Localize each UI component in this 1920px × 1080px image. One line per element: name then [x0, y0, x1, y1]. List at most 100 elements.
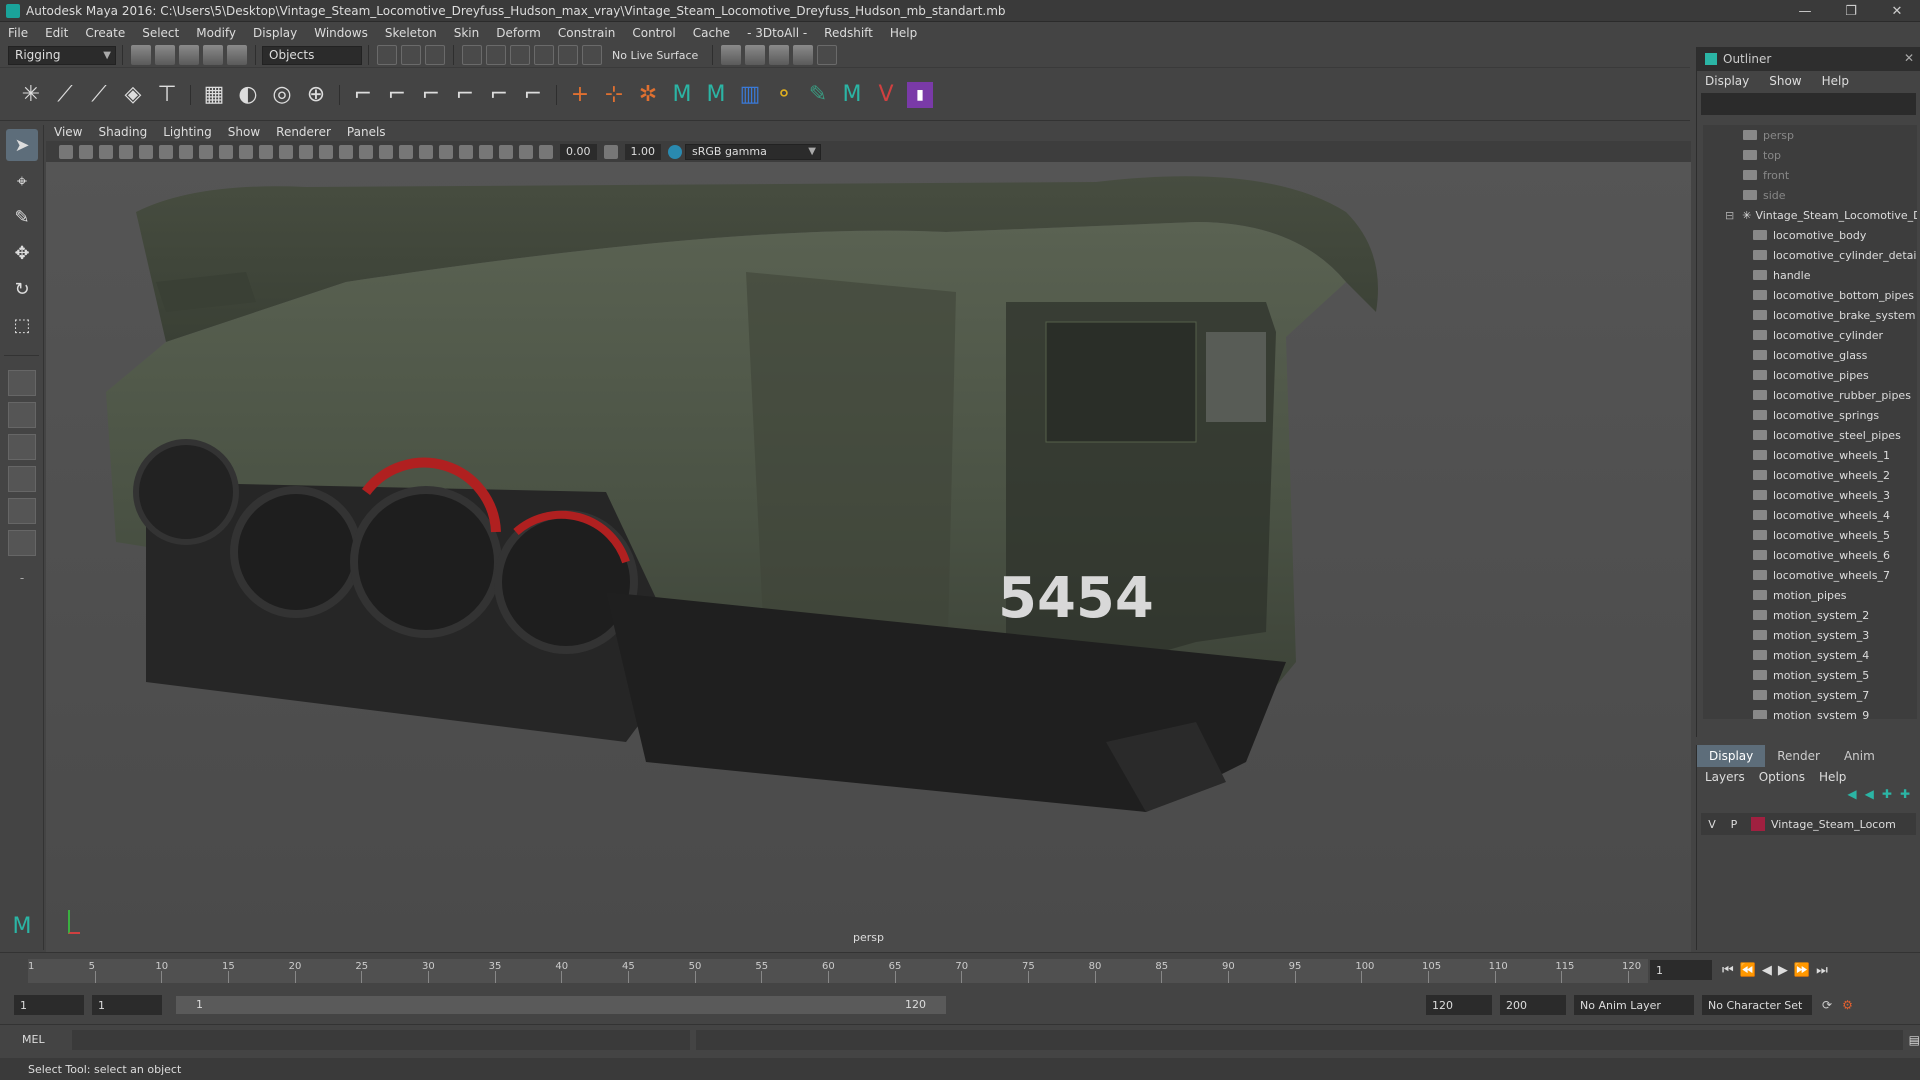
current-frame-field[interactable]: 1 — [1650, 960, 1712, 980]
live-surface-label[interactable]: No Live Surface — [612, 49, 698, 62]
list-item[interactable]: front — [1703, 165, 1917, 185]
color-management-icon[interactable] — [668, 144, 682, 159]
playback-buttons-icon[interactable]: ⏮⏪◀▶⏩⏭ — [1722, 963, 1834, 978]
move-up-icon[interactable]: ◀ — [1847, 787, 1856, 807]
locator-icon[interactable]: + — [567, 82, 593, 108]
open-scene-icon[interactable] — [155, 45, 175, 65]
snap-surface-icon[interactable] — [558, 45, 578, 65]
viewport-menu-panels[interactable]: Panels — [347, 125, 386, 139]
field-chart-icon[interactable] — [219, 144, 233, 159]
list-item[interactable]: locomotive_glass — [1703, 345, 1917, 365]
graph-layout-icon[interactable] — [8, 498, 36, 524]
gate-mask-icon[interactable] — [199, 144, 213, 159]
list-item[interactable]: motion_pipes — [1703, 585, 1917, 605]
hypershade-layout-icon[interactable] — [8, 530, 36, 556]
list-item[interactable]: locomotive_springs — [1703, 405, 1917, 425]
more-layouts-icon[interactable]: - — [6, 562, 38, 594]
wrap-icon[interactable]: ◎ — [269, 82, 295, 108]
menu-display[interactable]: Display — [253, 26, 297, 40]
ik-handle-icon[interactable]: ⟋ — [52, 82, 78, 108]
start-time-field[interactable]: 1 — [14, 995, 84, 1015]
gamma-icon[interactable] — [603, 144, 618, 159]
script-editor-icon[interactable]: ▤ — [1909, 1033, 1920, 1047]
dof-icon[interactable] — [439, 144, 453, 159]
default-lighting-icon[interactable] — [319, 144, 333, 159]
gamma-field[interactable]: 1.00 — [624, 143, 661, 160]
render-settings-icon[interactable] — [769, 45, 790, 65]
menu-constrain[interactable]: Constrain — [558, 26, 616, 40]
menu-control[interactable]: Control — [632, 26, 675, 40]
move-down-icon[interactable]: ◀ — [1865, 787, 1874, 807]
list-item[interactable]: motion_system_3 — [1703, 625, 1917, 645]
aim-constraint-icon[interactable]: ⌐ — [486, 82, 512, 108]
select-tool-icon[interactable]: ➤ — [6, 129, 38, 161]
anim-layer-dropdown[interactable]: No Anim Layer — [1574, 995, 1694, 1015]
select-object-icon[interactable] — [401, 45, 421, 65]
maya-m3-icon[interactable]: M — [839, 82, 865, 108]
auto-key-icon[interactable]: ⟳ — [1822, 998, 1832, 1012]
image-plane-icon[interactable] — [119, 144, 133, 159]
safe-title-icon[interactable] — [259, 144, 273, 159]
single-pane-layout-icon[interactable] — [8, 370, 36, 396]
maya-m2-icon[interactable]: M — [703, 82, 729, 108]
select-hierarchy-icon[interactable] — [377, 45, 397, 65]
new-scene-icon[interactable] — [131, 45, 151, 65]
render-frame-icon[interactable] — [721, 45, 742, 65]
layer-row[interactable]: V P Vintage_Steam_Locom — [1701, 813, 1916, 835]
viewport-menu-renderer[interactable]: Renderer — [276, 125, 331, 139]
ik-fk-icon[interactable]: ⊹ — [601, 82, 627, 108]
list-item[interactable]: motion_system_2 — [1703, 605, 1917, 625]
close-button[interactable]: ✕ — [1874, 0, 1920, 22]
v-icon[interactable]: V — [873, 82, 899, 108]
brush-icon[interactable]: ✎ — [805, 82, 831, 108]
undo-icon[interactable] — [203, 45, 223, 65]
list-item[interactable]: locomotive_wheels_2 — [1703, 465, 1917, 485]
time-slider[interactable]: 1 5 10 15 20 25 30 35 40 45 50 55 60 65 70 75 80 85 90 95 1… — [0, 952, 1920, 988]
script-language-label[interactable]: MEL — [22, 1033, 62, 1046]
backface-icon[interactable] — [519, 144, 533, 159]
layer-menu-options[interactable]: Options — [1759, 770, 1805, 784]
tab-anim[interactable]: Anim — [1832, 745, 1887, 767]
isolate-select-icon[interactable] — [459, 144, 473, 159]
list-item[interactable]: persp — [1703, 125, 1917, 145]
end-time-field[interactable]: 200 — [1500, 995, 1566, 1015]
shadows-icon[interactable] — [359, 144, 373, 159]
playback-toggle[interactable]: P — [1723, 818, 1745, 831]
smooth-shade-icon[interactable] — [299, 144, 313, 159]
prefs-icon[interactable]: ⚙ — [1842, 998, 1853, 1012]
film-gate-icon[interactable] — [159, 144, 173, 159]
scale-constraint-icon[interactable]: ⌐ — [452, 82, 478, 108]
list-item[interactable]: top — [1703, 145, 1917, 165]
outliner-layout-icon[interactable] — [8, 466, 36, 492]
bars-icon[interactable]: ▥ — [737, 82, 763, 108]
outliner-search-input[interactable] — [1701, 93, 1916, 115]
snap-point-icon[interactable] — [510, 45, 530, 65]
ipr-render-icon[interactable] — [745, 45, 766, 65]
maya-m-icon[interactable]: M — [669, 82, 695, 108]
perspective-viewport[interactable]: 5454 persp — [46, 162, 1691, 952]
viewport-menu-lighting[interactable]: Lighting — [163, 125, 212, 139]
menu-file[interactable]: File — [8, 26, 28, 40]
wireframe-icon[interactable] — [279, 144, 293, 159]
graph-icon[interactable]: ▮ — [907, 81, 933, 108]
xray-joints-icon[interactable] — [499, 144, 513, 159]
render-view-icon[interactable] — [817, 45, 838, 65]
fk-chain-icon[interactable]: ✲ — [635, 82, 661, 108]
xray-icon[interactable] — [479, 144, 493, 159]
range-slider-bar[interactable]: 1 120 — [176, 996, 946, 1014]
maximize-button[interactable]: ❐ — [1828, 0, 1874, 22]
motion-blur-icon[interactable] — [399, 144, 413, 159]
list-item[interactable]: locomotive_wheels_7 — [1703, 565, 1917, 585]
camera-attributes-icon[interactable] — [79, 144, 93, 159]
list-item[interactable]: locomotive_cylinder — [1703, 325, 1917, 345]
layer-menu-help[interactable]: Help — [1819, 770, 1846, 784]
playback-start-field[interactable]: 1 — [92, 995, 162, 1015]
menu-3dtoall[interactable]: - 3DtoAll - — [747, 26, 807, 40]
visibility-toggle[interactable]: V — [1701, 818, 1723, 831]
view-transform-dropdown[interactable]: sRGB gamma ▼ — [685, 143, 821, 160]
lattice-icon[interactable]: ▦ — [201, 82, 227, 108]
menu-create[interactable]: Create — [85, 26, 125, 40]
list-item[interactable]: motion_system_7 — [1703, 685, 1917, 705]
viewport-menu-show[interactable]: Show — [228, 125, 260, 139]
textured-icon[interactable] — [339, 144, 353, 159]
